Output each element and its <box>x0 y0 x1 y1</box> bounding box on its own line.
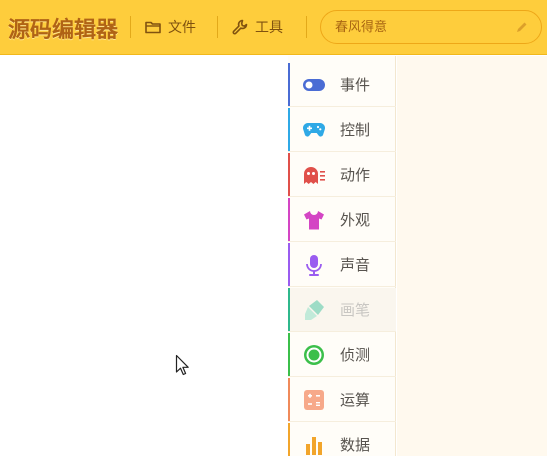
category-data[interactable]: 数据 <box>288 423 396 456</box>
block-category-bar: 事件 控制 动作 外观 声音 画笔 侦测 运算 数据 <box>288 56 396 456</box>
category-events[interactable]: 事件 <box>288 63 396 107</box>
category-motion[interactable]: 动作 <box>288 153 396 197</box>
category-control[interactable]: 控制 <box>288 108 396 152</box>
category-pen[interactable]: 画笔 <box>288 288 396 332</box>
category-label: 画笔 <box>340 301 371 319</box>
file-menu-label: 文件 <box>168 20 196 36</box>
toggle-icon <box>302 73 326 97</box>
code-workspace[interactable] <box>0 56 288 456</box>
wrench-icon <box>232 19 248 35</box>
category-stripe <box>288 108 290 151</box>
pencil-icon[interactable] <box>515 20 529 34</box>
category-stripe <box>288 423 290 456</box>
category-stripe <box>288 153 290 196</box>
file-menu-button[interactable]: 文件 <box>144 14 196 40</box>
category-stripe <box>288 243 290 286</box>
category-label: 侦测 <box>340 346 371 364</box>
category-stripe <box>288 198 290 241</box>
category-label: 运算 <box>340 391 371 409</box>
category-stripe <box>288 63 290 106</box>
category-sound[interactable]: 声音 <box>288 243 396 287</box>
category-label: 外观 <box>340 211 371 229</box>
bar-chart-icon <box>302 433 326 456</box>
category-label: 动作 <box>340 166 371 184</box>
tools-menu-label: 工具 <box>255 20 283 36</box>
toolbar-divider <box>217 16 218 38</box>
project-title-field[interactable] <box>320 10 542 44</box>
ghost-icon <box>302 163 326 187</box>
folder-icon <box>145 21 161 34</box>
category-looks[interactable]: 外观 <box>288 198 396 242</box>
category-label: 事件 <box>340 76 371 94</box>
category-sensing[interactable]: 侦测 <box>288 333 396 377</box>
category-label: 数据 <box>340 436 371 454</box>
gamepad-icon <box>302 118 326 142</box>
toolbar-divider <box>130 16 131 38</box>
mouse-cursor-icon <box>175 354 189 376</box>
category-stripe <box>288 333 290 376</box>
block-palette-panel[interactable] <box>397 56 547 456</box>
app-logo[interactable]: 源码编辑器 <box>8 12 118 44</box>
category-label: 声音 <box>340 256 371 274</box>
tools-menu-button[interactable]: 工具 <box>231 14 283 40</box>
shirt-icon <box>302 208 326 232</box>
microphone-icon <box>302 253 326 277</box>
category-stripe <box>288 378 290 421</box>
category-stripe <box>288 288 290 331</box>
radar-icon <box>302 343 326 367</box>
toolbar-divider <box>306 16 307 38</box>
calculator-icon <box>302 388 326 412</box>
top-toolbar: 源码编辑器 文件 工具 <box>0 0 547 55</box>
brush-icon <box>302 298 326 322</box>
project-title-input[interactable] <box>335 19 515 35</box>
category-label: 控制 <box>340 121 371 139</box>
category-operators[interactable]: 运算 <box>288 378 396 422</box>
